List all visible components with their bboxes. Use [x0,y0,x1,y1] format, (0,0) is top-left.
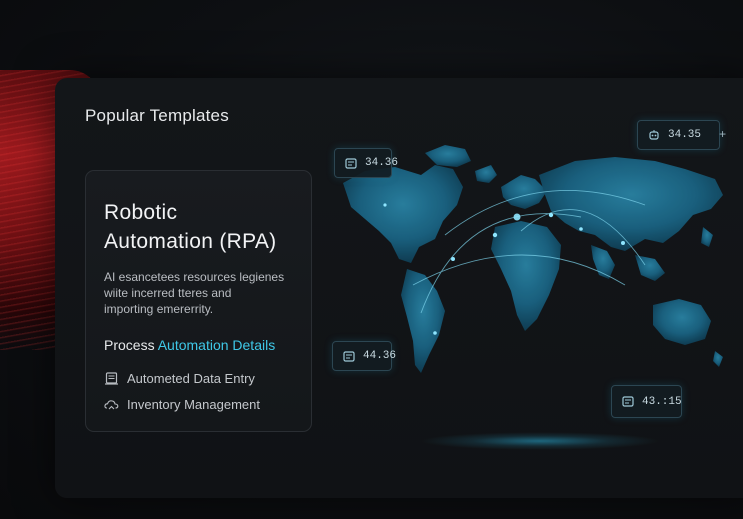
badge-value: 43.:15 [642,395,682,408]
feature-label: Inventory Management [127,397,260,412]
card-desc-line3: importing emererrity. [104,302,214,316]
card-title-line1: Robotic [104,201,178,224]
process-prefix: Process [104,337,155,353]
document-stack-icon [104,372,119,385]
feature-item-data-entry[interactable]: Autometed Data Entry [104,371,255,386]
card-title-line2: Automation (RPA) [104,230,277,253]
location-badge-2[interactable]: 34.35 + [637,120,726,150]
badge-value: 34.36 [365,157,399,169]
location-badge-3[interactable]: 44.36 [332,341,396,371]
cloud-arrow-icon [104,398,119,411]
panel-title: Popular Templates [85,106,229,125]
location-badge-1[interactable]: 34.36 [334,148,398,178]
map-floor-glow [420,432,660,450]
continents [343,145,723,373]
badge-value: 44.36 [363,350,397,362]
process-automation-details-link[interactable]: Process Automation Details [104,337,275,353]
robot-icon [648,129,660,141]
server-icon [345,157,357,169]
card-title: Robotic Automation (RPA) [104,198,304,256]
badge-value: 34.35 [668,129,702,141]
process-accent: Automation Details [157,337,276,353]
card-desc-line1: AI esancetees resources legienes [104,270,285,284]
location-badge-4[interactable]: 43.:15 [611,385,682,418]
feature-item-inventory[interactable]: Inventory Management [104,397,260,412]
server-icon [622,396,634,407]
badge-extra: + [719,128,727,142]
card-description: AI esancetees resources legienes wiite i… [104,269,304,317]
feature-label: Autometed Data Entry [127,371,255,386]
server-icon [343,350,355,362]
card-desc-line2: wiite incerred tteres and [104,286,232,300]
app-stage: Popular Templates Robotic Automation (RP… [0,0,743,519]
